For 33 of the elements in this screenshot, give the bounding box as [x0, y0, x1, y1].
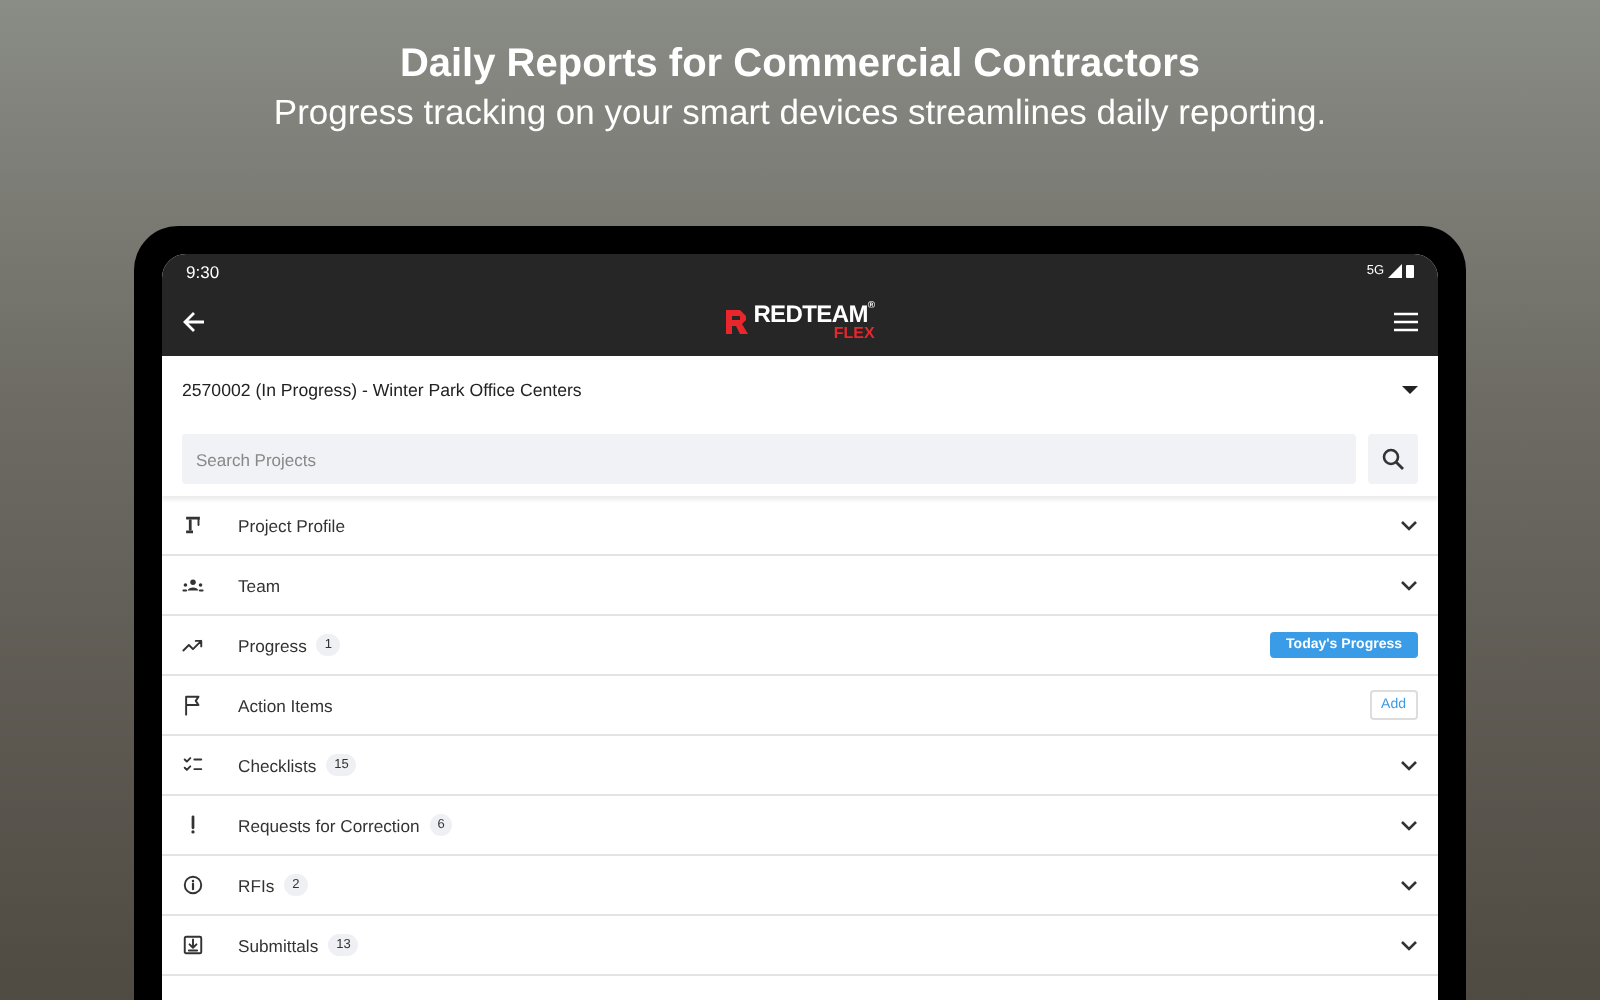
logo-icon: [725, 310, 748, 334]
status-time: 9:30: [186, 261, 220, 281]
back-icon[interactable]: [182, 310, 206, 334]
section-label[interactable]: Project Profile: [238, 515, 345, 535]
chevron-down-icon[interactable]: [1400, 759, 1418, 771]
section-icon: [182, 574, 204, 596]
headline: Daily Reports for Commercial Contractors: [399, 42, 1201, 88]
section-icon: [182, 694, 204, 716]
section-icon: [182, 634, 204, 656]
signal-icon: [1388, 264, 1402, 278]
subheadline: Progress tracking on your smart devices streamlines daily reporting.: [273, 92, 1327, 134]
section-label[interactable]: RFIs: [238, 875, 275, 895]
section-label[interactable]: Action Items: [238, 695, 333, 715]
logo-product: FLEX: [833, 326, 875, 342]
caret-icon: [1402, 385, 1418, 395]
search-icon[interactable]: [1368, 434, 1418, 484]
section-label[interactable]: Team: [238, 575, 281, 595]
chevron-down-icon[interactable]: [1400, 579, 1418, 591]
chevron-down-icon[interactable]: [1400, 939, 1418, 951]
section-label[interactable]: Requests for Correction: [238, 815, 420, 835]
section-icon: [182, 514, 204, 536]
section-label[interactable]: Progress: [238, 635, 307, 655]
section-label[interactable]: Checklists: [238, 755, 317, 775]
search-field[interactable]: Search Projects: [182, 434, 1356, 484]
section-icon: [182, 874, 204, 896]
battery-icon: [1406, 264, 1414, 278]
chevron-down-icon[interactable]: [1400, 819, 1418, 831]
section-label[interactable]: Submittals: [238, 935, 319, 955]
menu-icon[interactable]: [1394, 312, 1418, 332]
section-icon: [182, 754, 204, 776]
chevron-down-icon[interactable]: [1400, 879, 1418, 891]
section-icon: [182, 934, 204, 956]
chevron-down-icon[interactable]: [1400, 519, 1418, 531]
